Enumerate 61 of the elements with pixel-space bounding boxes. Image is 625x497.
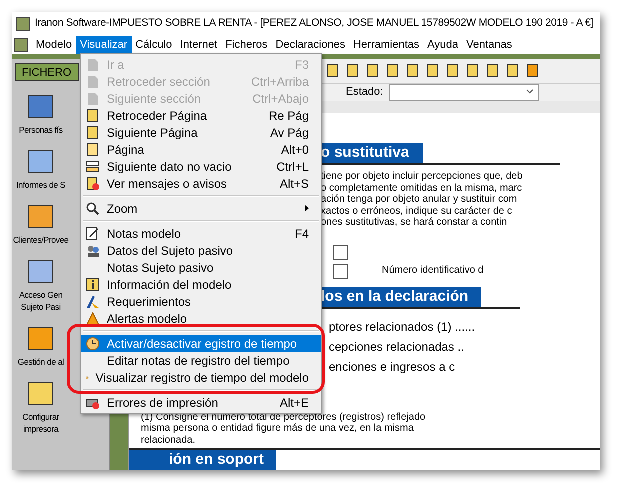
menu-item[interactable]: Página Alt+0 (81, 141, 321, 158)
page-icon[interactable] (366, 64, 380, 78)
menu-item[interactable]: Requerimientos (81, 293, 321, 310)
paragraph-line: ación tenga por objeto anular y sustituir com (321, 194, 518, 206)
sidebar-label[interactable]: Acceso Gen Sujeto Pasi (19, 289, 63, 313)
section-header: los en la declaración (321, 286, 481, 307)
paragraph-line: ones sustitutivas, se hará constar a contin (321, 217, 508, 229)
summary-line: enciones e ingresos a c (329, 360, 456, 373)
page-icon[interactable] (346, 64, 360, 78)
app-icon (16, 17, 30, 31)
menu-item[interactable]: Siguiente Página Av Pág (81, 124, 321, 141)
section-header: ión en soport (129, 450, 276, 470)
checkbox-label: Número identificativo d (382, 265, 484, 277)
menu-item[interactable]: Información del modelo (81, 276, 321, 293)
sidebar-label[interactable]: Gestión de al (18, 356, 64, 368)
section-header: o sustitutiva (321, 143, 424, 164)
page-icon (86, 74, 100, 88)
sidebar-label[interactable]: Informes de S (16, 179, 66, 191)
menu-bar-item[interactable]: Internet (176, 36, 222, 54)
footnote-line: relacionada. (141, 434, 196, 446)
menu-item[interactable]: Siguiente dato no vacio Ctrl+L (81, 158, 321, 175)
estado-label: Estado: (346, 85, 384, 100)
menu-item[interactable]: Notas Sujeto pasivo (81, 259, 321, 276)
estado-select[interactable] (389, 84, 540, 101)
submenu-arrow-icon (305, 205, 309, 212)
menu-bar-item[interactable]: Visualizar (76, 36, 132, 54)
menu-bar-item[interactable]: Herramientas (349, 36, 424, 54)
menu-bar-item[interactable]: Cálculo (132, 36, 176, 54)
paragraph-line: tiene por objeto incluir percepciones que, deb (321, 171, 524, 183)
page-icon (86, 92, 100, 106)
menu-item[interactable]: Datos del Sujeto pasivo (81, 242, 321, 259)
menu-bar-item[interactable]: Ficheros (222, 36, 272, 54)
page-icon (86, 126, 100, 140)
app-icon (14, 38, 28, 52)
page-icon (86, 108, 100, 122)
menu-item[interactable]: Retroceder Página Re Pág (81, 107, 321, 124)
menu-item[interactable]: Editar notas de registro del tiempo (81, 352, 321, 369)
menu-item[interactable]: Alertas modelo (81, 310, 321, 327)
menu-item[interactable]: Errores de impresión Alt+E (81, 394, 321, 411)
page-icon[interactable] (326, 64, 340, 78)
menu-item[interactable]: Zoom (81, 200, 321, 217)
window-title: Iranon Software-IMPUESTO SOBRE LA RENTA - [PEREZ ALONSO, JOSE MANUEL 15789502W MODELO 190 2019 - A €] (35, 16, 594, 32)
menu-bar-item[interactable]: Ventanas (462, 36, 516, 54)
menu-item[interactable]: Visualizar registro de tiempo del modelo (81, 369, 321, 386)
checkbox[interactable] (333, 264, 348, 279)
sidebar-label[interactable]: Configurar impresora (22, 411, 60, 435)
footnote-line: misma persona o entidad figure más de una vez, en la misma (141, 423, 415, 435)
menu-item[interactable]: Activar/desactivar egistro de tiempo (81, 335, 321, 352)
sidebar-label[interactable]: Personas fís (19, 124, 63, 136)
page-icon[interactable] (386, 64, 400, 78)
menu-item[interactable]: Notas modelo F4 (81, 225, 321, 242)
checkbox[interactable] (333, 244, 348, 260)
menu-bar-item[interactable]: Modelo (32, 36, 76, 54)
sidebar-tab[interactable]: FICHERO (15, 63, 78, 81)
sidebar-label[interactable]: Clientes/Provee (13, 234, 69, 246)
summary-line: ptores relacionados (1) ...... (329, 320, 476, 333)
menu-bar-item[interactable]: Ayuda (424, 36, 462, 54)
menu-bar-item[interactable]: Declaraciones (272, 36, 350, 54)
summary-line: cepciones relacionadas .. (329, 340, 466, 353)
paragraph-line: xactos o erróneos, indique su carácter de c (321, 206, 514, 218)
menu-item[interactable]: Ver mensajes o avisos Alt+S (81, 175, 321, 192)
